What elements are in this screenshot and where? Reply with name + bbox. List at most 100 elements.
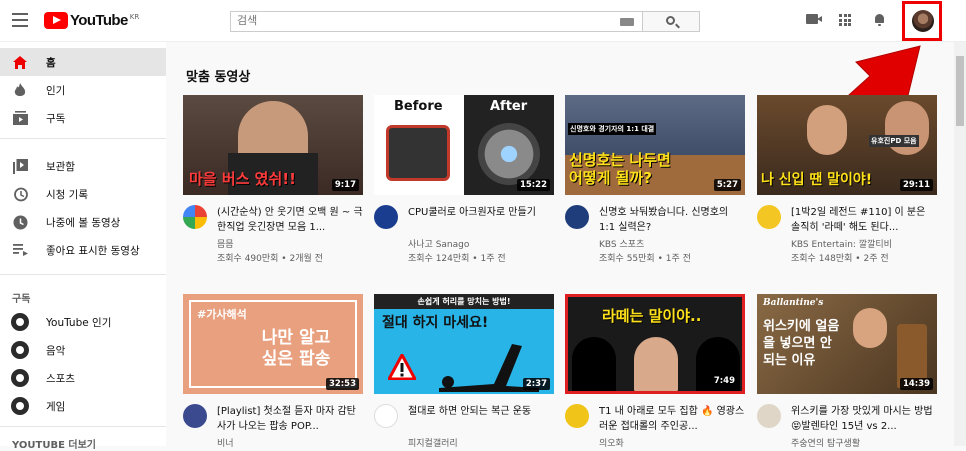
video-title[interactable]: (시간순삭) 안 웃기면 오백 원 ~ 극한직업 웃긴장면 모음 1... [217,205,363,235]
sidebar-item-sports[interactable]: 스포츠 [0,364,166,392]
video-title[interactable]: 위스키를 가장 맛있게 마시는 방법😝발렌타인 15년 vs 2... [791,404,937,434]
avatar[interactable] [912,10,934,32]
sidebar-item-label: 좋아요 표시한 동영상 [46,244,140,257]
search-button[interactable] [642,11,700,32]
video-title[interactable]: 절대로 하면 안되는 복근 운동 [408,404,554,419]
subscriptions-icon [12,110,28,126]
thumbnail-text-after: After [490,99,528,114]
video-duration: 15:22 [516,179,550,191]
cpu-cooler-image [386,125,450,181]
warning-icon [388,354,416,380]
sidebar-item-label: YouTube 인기 [46,316,112,329]
channel-avatar[interactable] [374,205,398,229]
video-card[interactable]: 손쉽게 허리를 망치는 방법! 절대 하지 마세요! 2:37 절대로 하면 안… [374,294,554,449]
history-icon [12,186,28,202]
liked-videos-icon [12,242,28,258]
sidebar-item-label: 인기 [46,84,66,97]
thumbnail-text: 위스키에 얼음을 넣으면 안되는 이유 [763,319,840,368]
search-input[interactable] [237,14,607,27]
video-thumbnail[interactable]: 신명호와 경기자의 1:1 대결 신명호는 나두면 어떻게 될까? 5:27 [565,95,745,195]
video-channel[interactable]: 피지컬갤러리 [408,436,458,449]
video-meta: 조회수 148만회 • 2주 전 [791,254,889,264]
video-channel[interactable]: 의오화 [599,436,624,449]
thumbnail-caption: 손쉽게 허리를 망치는 방법! [374,294,554,309]
video-title[interactable]: CPU쿨러로 아크원자로 만들기 [408,205,554,220]
channel-avatar[interactable] [565,205,589,229]
video-thumbnail[interactable]: Before After 15:22 [374,95,554,195]
thumbnail-caption: 유호진PD 모음 [869,135,919,147]
video-channel[interactable]: 주숭연의 탐구생활 [791,436,860,449]
hamburger-menu-icon[interactable] [12,13,28,27]
apps-grid-icon[interactable] [839,14,851,26]
video-title[interactable]: T1 내 아래로 모두 집합 🔥 영광스러운 접대롤의 주인공... [599,404,745,434]
channel-avatar[interactable] [374,404,398,428]
sidebar-item-home[interactable]: 홈 [0,48,166,76]
video-title[interactable]: [Playlist] 첫소절 듣자 마자 감탄사가 나오는 팝송 POP... [217,404,363,434]
video-duration: 9:17 [331,179,359,191]
sidebar-item-label: 홈 [46,56,56,69]
channel-avatar[interactable] [183,404,207,428]
sidebar-item-music[interactable]: 음악 [0,336,166,364]
sidebar-divider [0,426,166,427]
sidebar-item-gaming[interactable]: 게임 [0,392,166,420]
sidebar-item-history[interactable]: 시청 기록 [0,180,166,208]
video-duration: 29:11 [899,179,933,191]
channel-avatar[interactable] [183,205,207,229]
thumbnail-text: 마을 버스 였쉬!! [189,170,296,188]
video-card[interactable]: #가사해석 나만 알고 싶은 팝송 32:53 [Playlist] 첫소절 듣… [183,294,363,449]
sidebar-item-trending[interactable]: 인기 [0,76,166,104]
video-duration: 32:53 [325,378,359,390]
video-thumbnail[interactable]: 유호진PD 모음 나 신입 땐 말이야! 29:11 [757,95,937,195]
video-card[interactable]: Before After 15:22 CPU쿨러로 아크원자로 만들기 사나고 … [374,95,554,265]
logo-region: KR [129,12,140,21]
video-card[interactable]: 신명호와 경기자의 1:1 대결 신명호는 나두면 어떻게 될까? 5:27 신… [565,95,745,265]
notification-bell-icon[interactable] [874,13,885,26]
channel-avatar[interactable] [757,205,781,229]
sidebar-item-label: 나중에 볼 동영상 [46,216,121,229]
sidebar-item-liked-videos[interactable]: 좋아요 표시한 동영상 [0,236,166,264]
sidebar-divider [0,138,166,139]
video-channel[interactable]: 사나고 Sanago [408,237,469,250]
video-duration: 5:27 [713,179,741,191]
sidebar-item-youtube-trending[interactable]: YouTube 인기 [0,308,166,336]
channel-avatar[interactable] [757,404,781,428]
video-card[interactable]: 라떼는 말이야.. 7:49 T1 내 아래로 모두 집합 🔥 영광스러운 접대… [565,294,745,449]
youtube-play-icon [44,12,68,29]
video-title[interactable]: [1박2일 레전드 #110] 이 분은 솔직히 '라떼' 해도 된다... [791,205,937,235]
thumbnail-text-before: Before [394,99,443,114]
scrollbar[interactable] [954,42,966,446]
logo-text: YouTube [70,12,128,29]
sidebar-item-library[interactable]: 보관함 [0,152,166,180]
thumbnail-person [634,337,678,391]
sidebar-section-heading: 구독 [12,294,31,305]
search-box [230,11,643,32]
scrollbar-thumb[interactable] [956,56,964,126]
sidebar-item-subscriptions[interactable]: 구독 [0,104,166,132]
video-channel[interactable]: 비너 [217,436,234,449]
sidebar-item-label: 스포츠 [46,372,75,385]
youtube-logo[interactable]: YouTube KR [44,12,139,29]
video-thumbnail[interactable]: 마을 버스 였쉬!! 9:17 [183,95,363,195]
video-thumbnail[interactable]: #가사해석 나만 알고 싶은 팝송 32:53 [183,294,363,394]
section-title: 맞춤 동영상 [186,70,251,85]
sports-channel-icon [11,369,29,387]
keyboard-icon[interactable] [620,18,634,26]
video-title[interactable]: 신명호 놔둬봤습니다. 신명호의 1:1 실력은? [599,205,745,235]
video-thumbnail[interactable]: 손쉽게 허리를 망치는 방법! 절대 하지 마세요! 2:37 [374,294,554,394]
thumbnail-text: 절대 하지 마세요! [382,315,489,331]
video-card[interactable]: 유호진PD 모음 나 신입 땐 말이야! 29:11 [1박2일 레전드 #11… [757,95,937,265]
thumbnail-caption: 신명호와 경기자의 1:1 대결 [568,123,657,135]
video-channel[interactable]: KBS Entertain: 깔깔티비 [791,237,892,250]
video-card[interactable]: Ballantine's 위스키에 얼음을 넣으면 안되는 이유 14:39 위… [757,294,937,449]
library-icon [12,158,28,174]
video-camera-icon[interactable] [806,14,822,24]
video-channel[interactable]: 믐믐 [217,237,234,250]
video-channel[interactable]: KBS 스포츠 [599,237,644,250]
channel-avatar[interactable] [565,404,589,428]
sidebar-item-watch-later[interactable]: 나중에 볼 동영상 [0,208,166,236]
thumbnail-person [807,105,847,155]
video-thumbnail[interactable]: Ballantine's 위스키에 얼음을 넣으면 안되는 이유 14:39 [757,294,937,394]
video-card[interactable]: 마을 버스 였쉬!! 9:17 (시간순삭) 안 웃기면 오백 원 ~ 극한직업… [183,95,363,265]
sidebar-more-heading: YOUTUBE 더보기 [12,440,96,451]
video-thumbnail[interactable]: 라떼는 말이야.. 7:49 [565,294,745,394]
